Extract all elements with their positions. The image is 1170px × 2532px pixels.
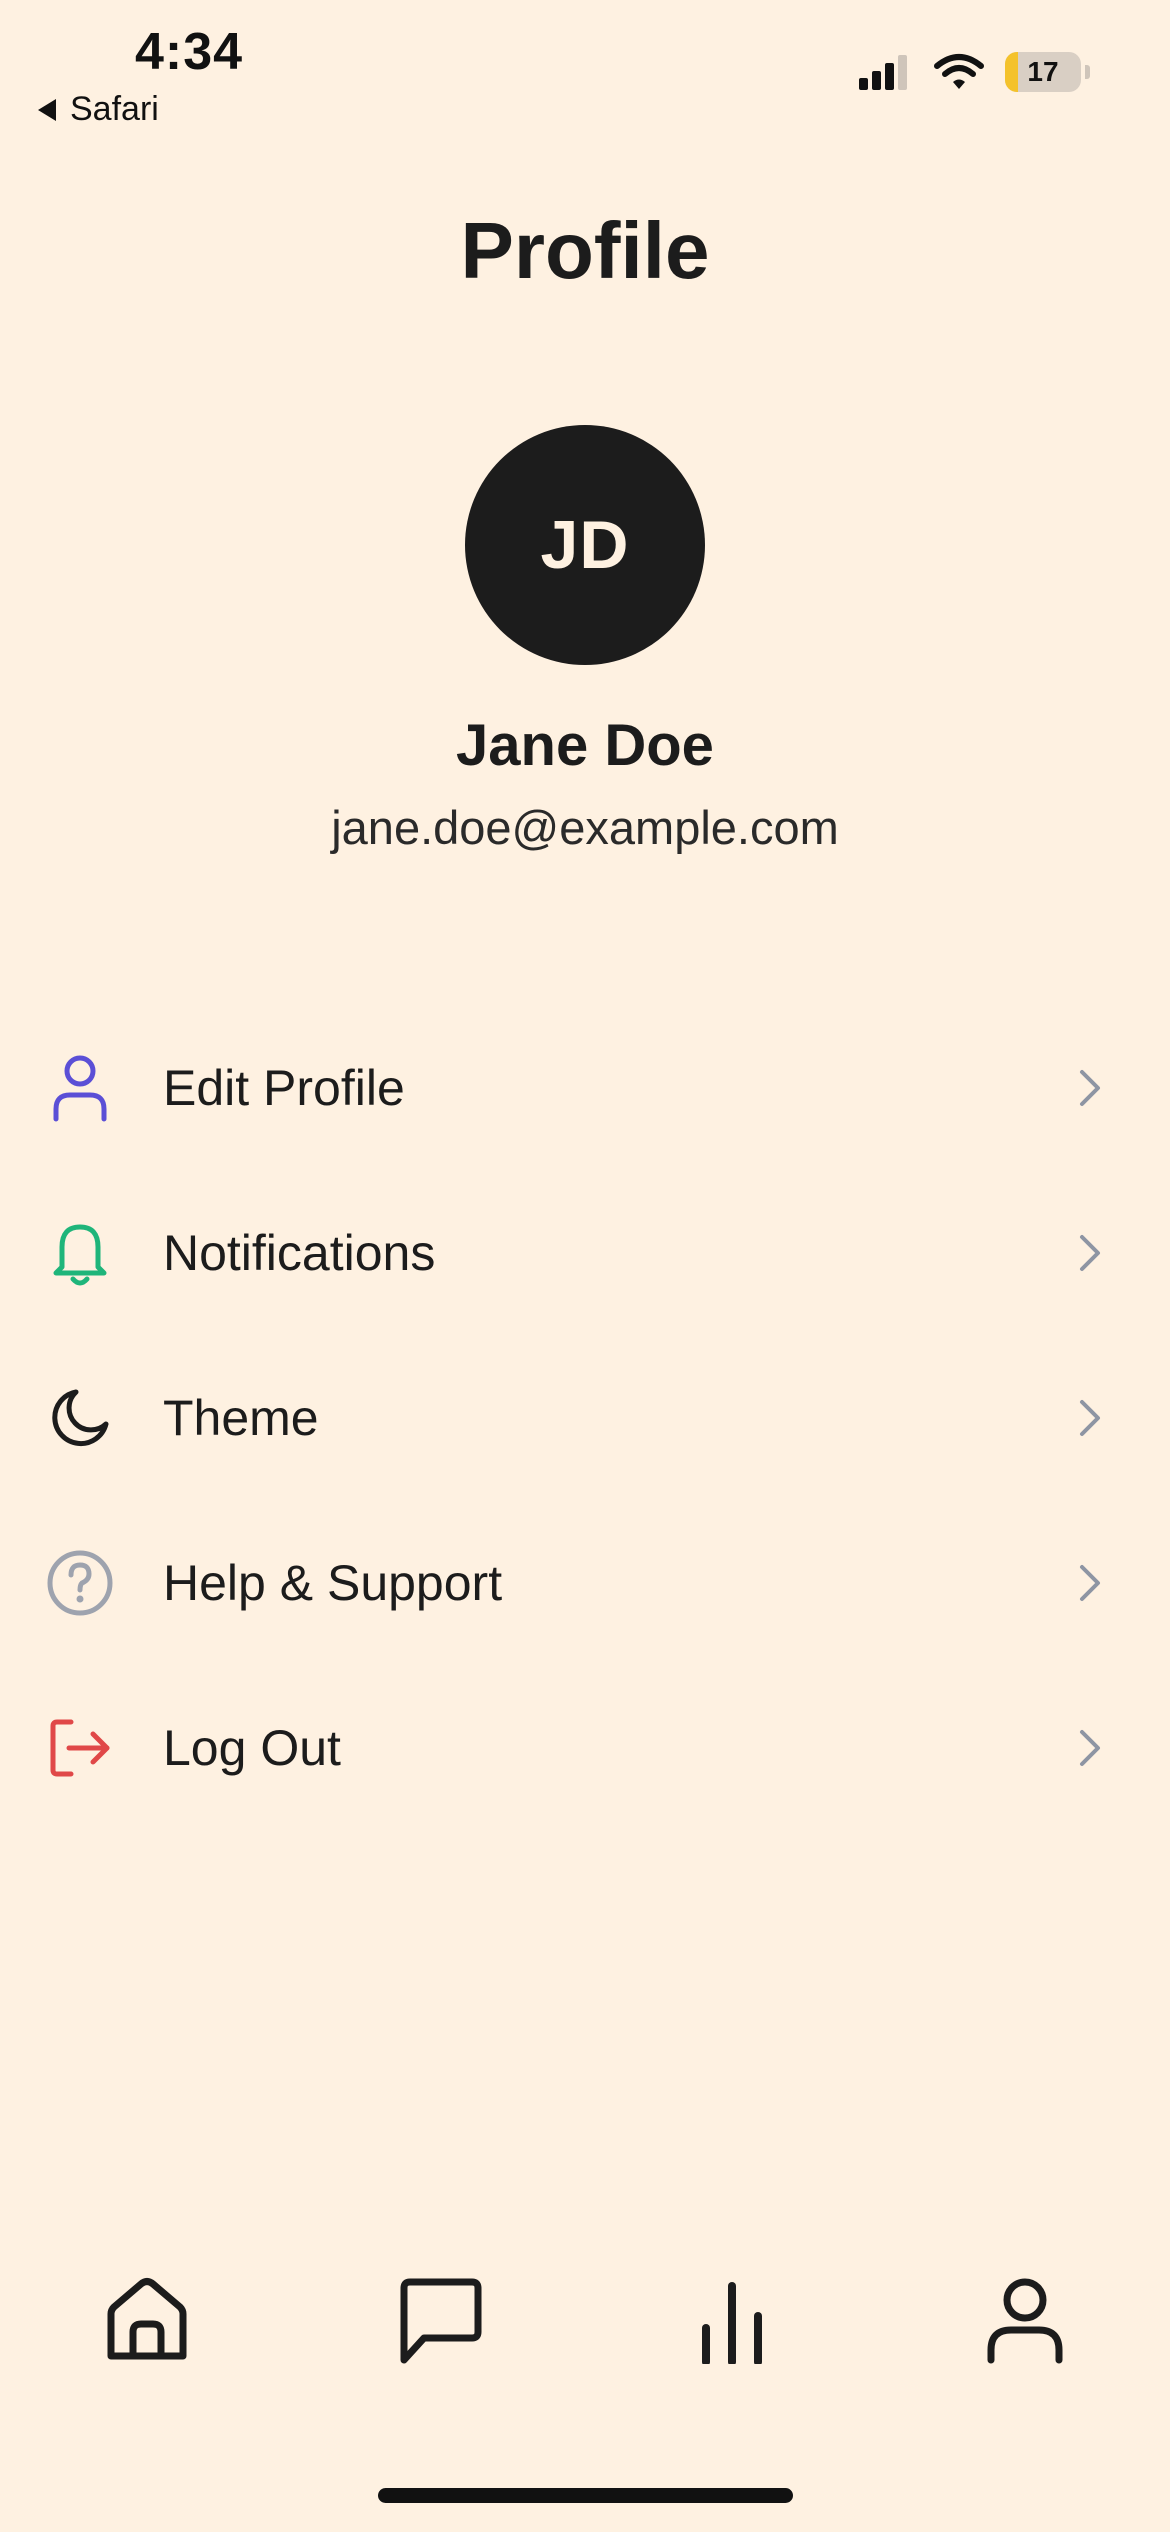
nav-chat-button[interactable] — [380, 2260, 500, 2380]
battery-level-text: 17 — [1027, 56, 1059, 87]
nav-stats-button[interactable] — [672, 2260, 792, 2380]
logout-icon — [44, 1712, 116, 1784]
chevron-right-icon — [1080, 1729, 1100, 1766]
home-indicator[interactable] — [378, 2488, 793, 2503]
chevron-right-icon — [1080, 1234, 1100, 1271]
moon-icon — [44, 1382, 116, 1454]
chat-icon — [400, 2278, 482, 2364]
chevron-right-icon — [1080, 1399, 1100, 1436]
nav-profile-button[interactable] — [965, 2260, 1085, 2380]
back-app-label: Safari — [70, 90, 159, 128]
user-email: jane.doe@example.com — [331, 801, 839, 854]
cellular-signal-icon — [859, 55, 907, 90]
menu-item-theme[interactable]: Theme — [0, 1335, 1170, 1500]
menu-item-label: Theme — [163, 1389, 319, 1446]
menu-item-edit-profile[interactable]: Edit Profile — [0, 1005, 1170, 1170]
status-bar: 4:34 Safari 17 — [0, 0, 1170, 140]
profile-menu: Edit Profile Notifications Theme Help & … — [0, 1005, 1170, 1830]
menu-item-log-out[interactable]: Log Out — [0, 1665, 1170, 1830]
wifi-icon — [934, 54, 984, 89]
help-circle-icon — [44, 1547, 116, 1619]
bell-icon — [44, 1217, 116, 1289]
profile-icon — [987, 2278, 1063, 2364]
status-icons: 17 — [857, 52, 1090, 92]
menu-item-label: Notifications — [163, 1224, 436, 1281]
battery-indicator: 17 — [1005, 52, 1081, 92]
chevron-right-icon — [1080, 1069, 1100, 1106]
menu-item-help-support[interactable]: Help & Support — [0, 1500, 1170, 1665]
menu-item-label: Help & Support — [163, 1554, 503, 1611]
status-time: 4:34 — [135, 23, 244, 81]
home-icon — [107, 2278, 187, 2360]
avatar-initials: JD — [540, 507, 630, 583]
menu-item-notifications[interactable]: Notifications — [0, 1170, 1170, 1335]
chevron-right-icon — [1080, 1564, 1100, 1601]
page-title: Profile — [460, 206, 710, 295]
user-icon — [44, 1052, 116, 1124]
stats-icon — [702, 2282, 762, 2364]
battery-level-fill — [1005, 52, 1018, 92]
back-to-app-link[interactable]: Safari — [38, 90, 159, 129]
menu-item-label: Log Out — [163, 1719, 341, 1776]
user-name: Jane Doe — [456, 713, 714, 778]
battery-cap — [1085, 65, 1090, 79]
bottom-nav — [0, 2260, 1170, 2380]
avatar[interactable]: JD — [465, 425, 705, 665]
menu-item-label: Edit Profile — [163, 1059, 405, 1116]
nav-home-button[interactable] — [87, 2260, 207, 2380]
back-arrow-icon — [38, 98, 56, 121]
